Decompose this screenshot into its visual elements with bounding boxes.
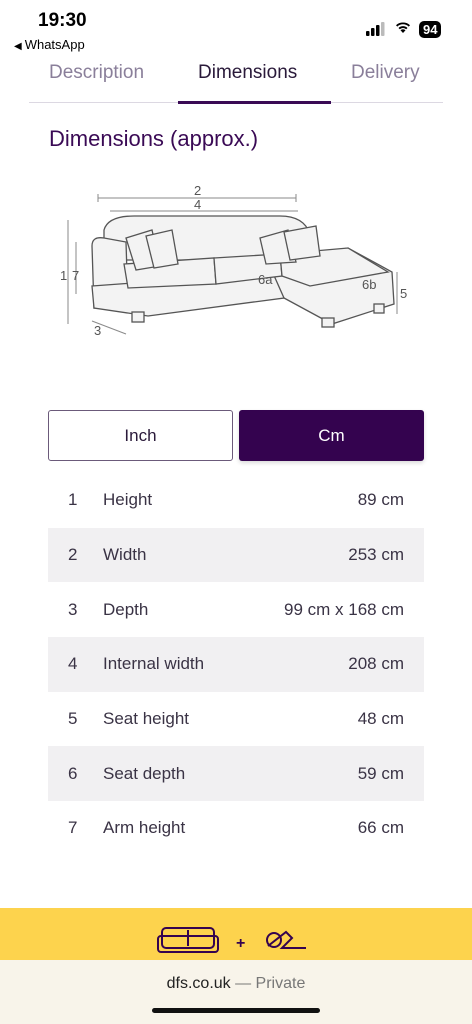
row-number: 1 [68, 490, 78, 510]
table-row: 3 Depth 99 cm x 168 cm [48, 582, 424, 637]
row-label: Height [103, 490, 153, 510]
row-label: Width [103, 545, 147, 565]
back-arrow-icon: ◀ [14, 41, 22, 52]
row-value: 89 cm [357, 490, 404, 510]
dimensions-table: 1 Height 89 cm 2 Width 253 cm 3 Depth 99… [48, 473, 424, 856]
tab-dimensions[interactable]: Dimensions [198, 62, 297, 84]
browser-url-bar[interactable]: dfs.co.uk — Private [0, 960, 472, 1024]
product-tabs: Description Dimensions Delivery [0, 56, 472, 104]
table-row: 1 Height 89 cm [48, 473, 424, 528]
section-title: Dimensions (approx.) [49, 126, 259, 151]
home-indicator[interactable] [152, 1008, 320, 1013]
back-to-app-link[interactable]: ◀ WhatsApp [14, 37, 85, 52]
unit-toggle: Inch Cm [48, 410, 424, 463]
table-row: 2 Width 253 cm [48, 527, 424, 583]
promo-icons: + [157, 927, 306, 953]
table-row: 7 Arm height 66 cm [48, 801, 424, 856]
row-label: Seat height [103, 709, 190, 729]
diagram-label-6a: 6a [258, 272, 273, 287]
row-value: 59 cm [357, 763, 404, 783]
row-value: 253 cm [348, 545, 404, 565]
diagram-label-2: 2 [194, 183, 201, 198]
url-domain: dfs.co.uk [166, 975, 231, 992]
url-text: dfs.co.uk — Private [0, 975, 472, 993]
diagram-label-3: 3 [94, 323, 101, 338]
back-app-label: WhatsApp [24, 37, 85, 52]
row-label: Seat depth [103, 763, 186, 783]
row-number: 5 [68, 709, 78, 729]
row-value: 66 cm [357, 818, 404, 838]
row-value: 208 cm [348, 654, 404, 674]
status-bar: 19:30 ◀ WhatsApp 94 [0, 0, 472, 54]
row-label: Arm height [103, 818, 186, 838]
row-value: 48 cm [357, 709, 404, 729]
fabric-roll-icon [266, 930, 306, 949]
diagram-label-4: 4 [194, 197, 201, 212]
tab-delivery[interactable]: Delivery [351, 62, 420, 84]
tab-description[interactable]: Description [49, 62, 144, 84]
sofa-dimensions-diagram: 2 4 1 7 6a 6b 5 3 [60, 183, 407, 338]
row-label: Depth [103, 599, 149, 619]
private-mode-label: — Private [235, 975, 306, 992]
table-row: 4 Internal width 208 cm [48, 637, 424, 692]
row-value: 99 cm x 168 cm [284, 599, 404, 619]
diagram-label-5: 5 [400, 286, 407, 301]
row-number: 3 [68, 599, 78, 619]
diagram-label-7: 7 [72, 268, 79, 283]
diagram-label-1: 1 [60, 268, 67, 283]
row-number: 2 [68, 545, 78, 565]
plus-icon: + [236, 935, 245, 952]
row-number: 7 [68, 818, 78, 838]
active-tab-indicator [178, 101, 331, 104]
row-label: Internal width [103, 654, 205, 674]
wifi-icon [396, 22, 410, 33]
clock: 19:30 [38, 10, 87, 31]
row-number: 6 [68, 763, 78, 783]
sofa-icon [157, 927, 219, 953]
battery-indicator: 94 [419, 21, 442, 38]
cellular-signal-icon [366, 22, 385, 36]
diagram-label-6b: 6b [362, 277, 376, 292]
inch-button[interactable]: Inch [48, 410, 233, 461]
cm-button[interactable]: Cm [239, 410, 424, 461]
table-row: 6 Seat depth 59 cm [48, 746, 424, 802]
row-number: 4 [68, 654, 78, 674]
table-row: 5 Seat height 48 cm [48, 692, 424, 747]
